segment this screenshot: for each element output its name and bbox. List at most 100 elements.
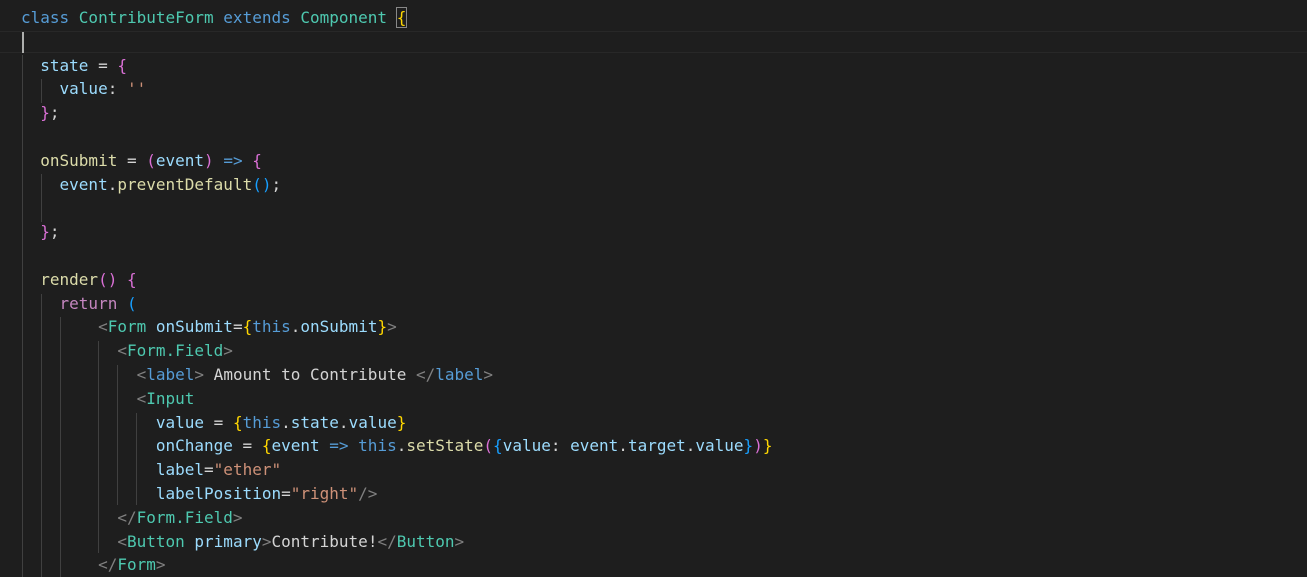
code-token: this — [242, 412, 282, 432]
code-token: /> — [358, 484, 378, 503]
code-token: { — [126, 269, 137, 289]
code-token: () — [252, 174, 272, 194]
code-token: Form.Field — [126, 341, 224, 361]
code-token: => — [213, 150, 253, 170]
code-token: return — [59, 293, 127, 313]
code-token: ( — [483, 436, 494, 456]
code-token: . — [618, 436, 628, 456]
code-token: > — [387, 317, 397, 337]
code-token: } — [762, 436, 773, 456]
code-token: target — [627, 436, 686, 456]
code-line: </Form.Field> — [21, 506, 243, 530]
code-line: <Form onSubmit={this.onSubmit}> — [21, 315, 397, 339]
code-token: . — [396, 436, 407, 456]
code-line: onChange = {event => this.setState({valu… — [21, 434, 773, 458]
code-line: }; — [21, 101, 59, 125]
code-token: > — [155, 555, 166, 575]
code-token: Amount to Contribute — [204, 365, 416, 384]
code-token: "ether" — [213, 460, 282, 480]
code-token: = — [281, 484, 291, 503]
code-token: = — [204, 460, 214, 480]
code-token: state — [290, 412, 339, 432]
code-token: < — [136, 365, 147, 384]
code-token: primary — [194, 531, 262, 551]
code-token: Form — [107, 317, 156, 337]
code-token: render — [40, 269, 99, 289]
code-token: ) — [204, 150, 214, 170]
code-line: <label> Amount to Contribute </label> — [21, 363, 493, 387]
code-line: event.preventDefault(); — [21, 173, 282, 197]
code-token: { — [395, 7, 408, 28]
code-token: </ — [117, 507, 137, 527]
code-token: Contribute! — [271, 531, 378, 551]
code-line: </Form> — [21, 553, 166, 577]
code-token: Button — [126, 531, 195, 551]
code-token: ; — [49, 222, 60, 242]
code-token: < — [117, 341, 127, 361]
code-token: } — [40, 103, 50, 123]
code-token: setState — [406, 436, 484, 456]
code-token: value — [502, 436, 551, 456]
code-token: { — [493, 436, 503, 456]
code-token: event — [271, 436, 320, 456]
code-token: = — [117, 150, 147, 170]
code-token: > — [232, 507, 243, 527]
code-line: render() { — [21, 268, 137, 292]
code-token: event — [570, 436, 619, 456]
code-line: <Button primary>Contribute!</Button> — [21, 530, 464, 554]
code-token: } — [377, 317, 388, 337]
text-cursor — [22, 32, 24, 53]
code-token: Component — [300, 8, 397, 27]
code-token: = — [232, 436, 262, 456]
code-token: Button — [396, 531, 455, 551]
code-token: Form.Field — [136, 507, 233, 527]
code-token: { — [242, 317, 253, 337]
code-token: ) — [753, 436, 763, 456]
code-token: } — [743, 436, 754, 456]
code-token: state — [40, 55, 89, 75]
code-token: = — [204, 412, 233, 432]
code-token: } — [396, 412, 407, 432]
code-token: } — [40, 222, 50, 242]
code-token: () — [98, 269, 118, 289]
code-token: extends — [223, 8, 301, 27]
code-token: . — [107, 174, 118, 194]
code-token: : — [550, 436, 571, 456]
code-token: '' — [126, 79, 147, 99]
code-token: onChange — [155, 436, 233, 456]
code-token: : — [107, 79, 127, 99]
code-token: Form — [117, 555, 156, 575]
code-token: this — [358, 436, 397, 456]
code-token: < — [117, 531, 127, 551]
code-token: value — [695, 436, 744, 456]
code-token: . — [281, 412, 291, 432]
code-token: class — [21, 8, 79, 27]
code-line: <Form.Field> — [21, 339, 233, 363]
code-line: class ContributeForm extends Component { — [21, 6, 408, 30]
code-token: ContributeForm — [78, 8, 224, 27]
code-token: { — [232, 412, 243, 432]
code-token: onSubmit — [155, 317, 233, 337]
code-token: label — [435, 365, 484, 384]
code-token: event — [59, 174, 108, 194]
code-editor[interactable]: class ContributeForm extends Component {… — [0, 0, 1307, 577]
code-token: { — [117, 55, 127, 75]
code-token: . — [338, 412, 349, 432]
code-token: < — [98, 317, 108, 337]
code-line: labelPosition="right"/> — [21, 482, 378, 506]
code-token: { — [252, 150, 262, 170]
